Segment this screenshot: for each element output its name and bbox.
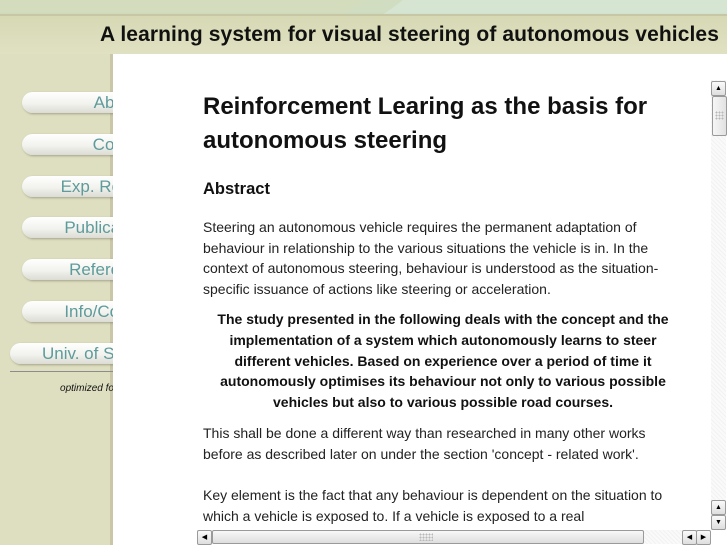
difference-paragraph: This shall be done a different way than … (203, 425, 646, 462)
scroll-left-icon[interactable]: ◀ (197, 530, 212, 545)
section-heading: Abstract (203, 180, 270, 198)
vertical-scroll-thumb[interactable] (712, 96, 727, 136)
header-bar: A learning system for visual steering of… (0, 14, 727, 54)
grip-icon (419, 533, 433, 541)
summary-paragraph: The study presented in the following dea… (217, 311, 669, 410)
key-element-paragraph: Key element is the fact that any behavio… (203, 487, 663, 524)
scroll-up-icon[interactable]: ▲ (711, 81, 726, 96)
content-frame: Reinforcement Learing as the basis for a… (113, 54, 727, 545)
scroll-up-icon-lower[interactable]: ▲ (711, 500, 726, 515)
grip-icon (715, 111, 724, 120)
horizontal-scroll-thumb[interactable] (212, 530, 644, 544)
horizontal-scrollbar[interactable]: ◀ ◀ ▶ (197, 530, 711, 545)
site-title: A learning system for visual steering of… (99, 23, 719, 46)
page-title: Reinforcement Learing as the basis for a… (203, 93, 648, 154)
vertical-scrollbar[interactable]: ▲ ▲ ▼ (711, 80, 727, 530)
scroll-left-icon-right[interactable]: ◀ (682, 530, 697, 545)
article: Reinforcement Learing as the basis for a… (203, 84, 683, 529)
intro-paragraph: Steering an autonomous vehicle requires … (203, 219, 659, 297)
scroll-down-icon[interactable]: ▼ (711, 515, 726, 530)
scroll-right-icon[interactable]: ▶ (696, 530, 711, 545)
